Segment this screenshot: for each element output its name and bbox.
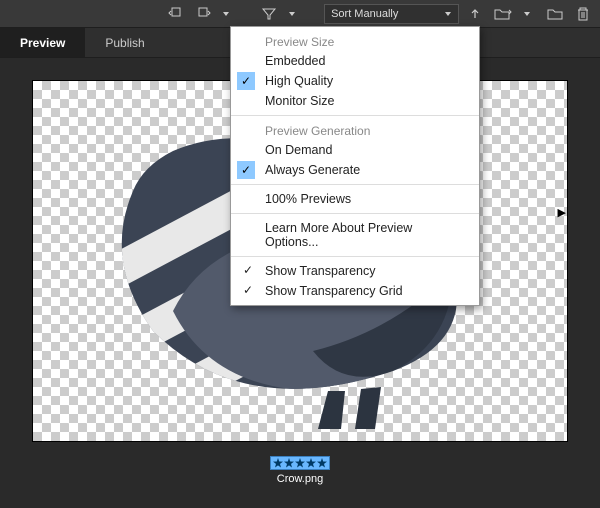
menu-item-label: Always Generate — [265, 163, 360, 177]
menu-item-100-previews[interactable]: 100% Previews — [231, 189, 479, 209]
filter-dropdown-icon[interactable] — [281, 3, 302, 25]
tab-publish[interactable]: Publish — [85, 28, 164, 57]
sort-ascending-icon[interactable] — [465, 3, 486, 25]
tab-preview[interactable]: Preview — [0, 28, 85, 57]
menu-item-show-transparency[interactable]: Show Transparency — [231, 261, 479, 281]
menu-item-label: Show Transparency Grid — [265, 284, 403, 298]
menu-item-learn-more[interactable]: Learn More About Preview Options... — [231, 218, 479, 252]
menu-separator — [231, 213, 479, 214]
preview-options-menu: Preview Size Embedded High Quality Monit… — [230, 26, 480, 306]
toolbar-right — [492, 3, 594, 25]
menu-item-on-demand[interactable]: On Demand — [231, 140, 479, 160]
menu-separator — [231, 115, 479, 116]
menu-item-show-transparency-grid[interactable]: Show Transparency Grid — [231, 281, 479, 301]
filter-icon[interactable] — [258, 3, 279, 25]
star-icon — [273, 458, 283, 468]
filename-label: Crow.png — [270, 473, 330, 485]
menu-item-embedded[interactable]: Embedded — [231, 51, 479, 71]
menu-item-monitor-size[interactable]: Monitor Size — [231, 91, 479, 111]
star-icon — [317, 458, 327, 468]
open-recent-dropdown-icon[interactable] — [516, 3, 538, 25]
sort-select-label: Sort Manually — [331, 8, 398, 20]
menu-item-label: Learn More About Preview Options... — [265, 221, 412, 249]
menu-item-label: 100% Previews — [265, 192, 351, 206]
toolbar: Sort Manually — [0, 0, 600, 28]
menu-item-label: Embedded — [265, 54, 325, 68]
rating-badge[interactable] — [270, 456, 330, 470]
star-icon — [295, 458, 305, 468]
overflow-right-icon: ▶ — [558, 206, 566, 219]
menu-item-label: Monitor Size — [265, 94, 334, 108]
rotate-ccw-icon[interactable] — [165, 3, 186, 25]
menu-separator — [231, 256, 479, 257]
menu-header-preview-size: Preview Size — [231, 31, 479, 51]
menu-header-preview-generation: Preview Generation — [231, 120, 479, 140]
image-caption: Crow.png — [270, 456, 330, 485]
open-recent-icon[interactable] — [492, 3, 514, 25]
menu-item-always-generate[interactable]: Always Generate — [231, 160, 479, 180]
menu-item-high-quality[interactable]: High Quality — [231, 71, 479, 91]
rotate-cw-icon[interactable] — [193, 3, 214, 25]
trash-icon[interactable] — [572, 3, 594, 25]
star-icon — [306, 458, 316, 468]
tab-publish-label: Publish — [105, 36, 144, 50]
menu-item-label: High Quality — [265, 74, 333, 88]
menu-item-label: On Demand — [265, 143, 332, 157]
tab-preview-label: Preview — [20, 36, 65, 50]
new-folder-icon[interactable] — [544, 3, 566, 25]
menu-item-label: Show Transparency — [265, 264, 375, 278]
sort-select[interactable]: Sort Manually — [324, 4, 459, 24]
menu-separator — [231, 184, 479, 185]
rotate-dropdown-icon[interactable] — [216, 3, 237, 25]
star-icon — [284, 458, 294, 468]
